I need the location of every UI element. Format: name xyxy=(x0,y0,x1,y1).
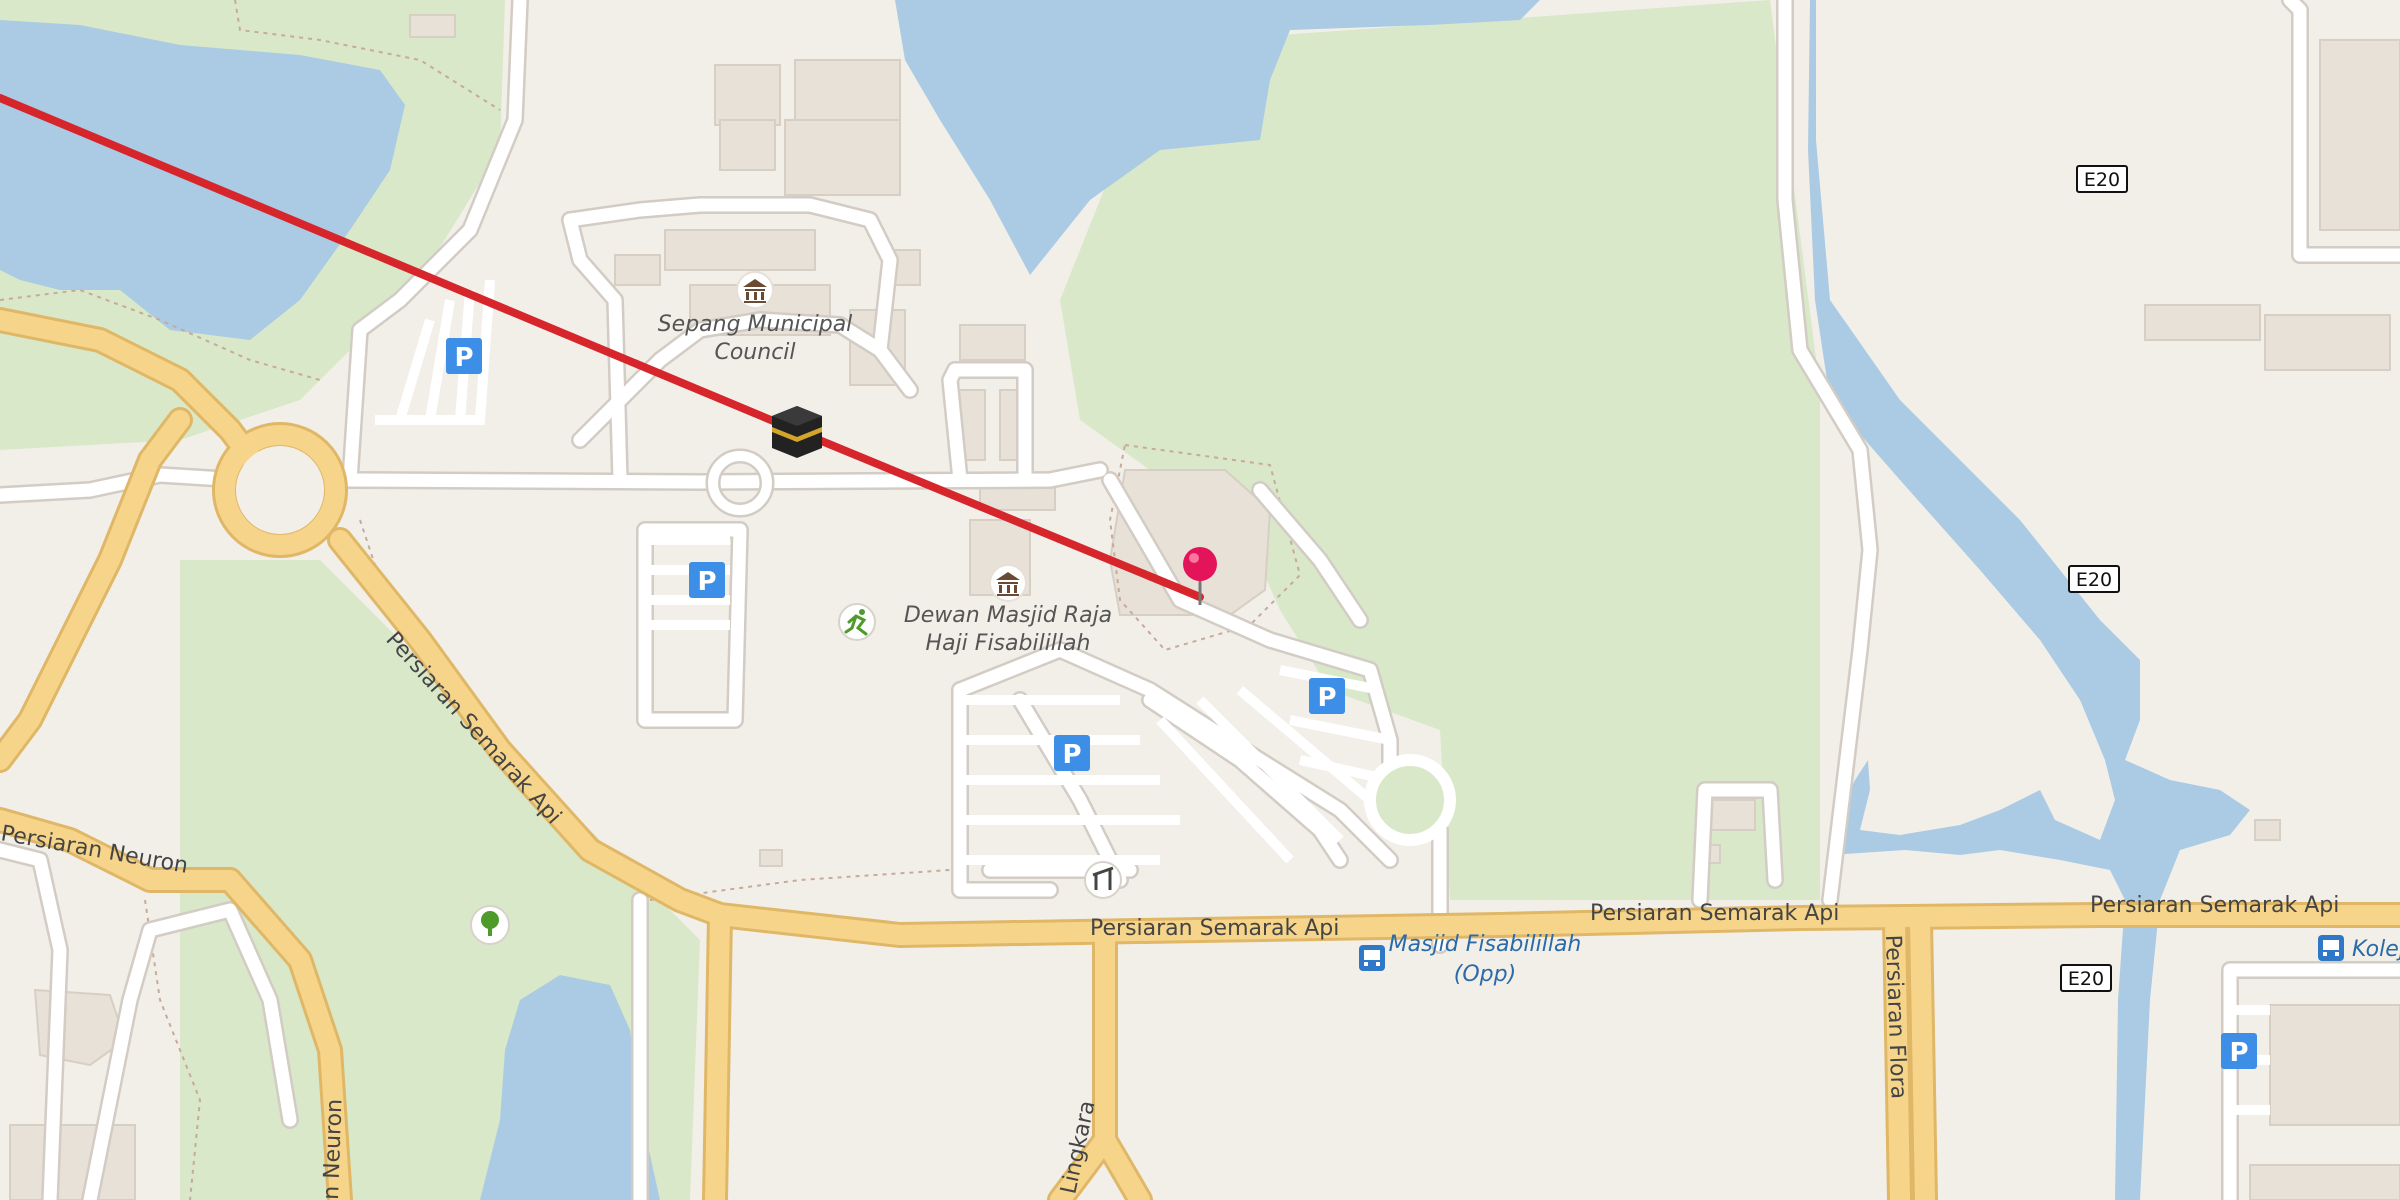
building xyxy=(959,324,1026,361)
building xyxy=(664,229,816,271)
place-label-dewan-masjid-line2: Haji Fisabilillah xyxy=(926,631,1091,656)
parking-icon[interactable]: P xyxy=(1309,678,1345,714)
road-label-neuron-2: n Neuron xyxy=(319,1099,348,1200)
townhall-icon[interactable] xyxy=(736,271,774,309)
kaaba-icon[interactable] xyxy=(772,406,822,458)
parking-icon[interactable]: P xyxy=(1054,735,1090,771)
building xyxy=(1709,799,1756,831)
svg-text:E20: E20 xyxy=(2068,968,2104,990)
roundabout-main-center xyxy=(236,446,324,534)
place-label-dewan-masjid: Dewan Masjid Raja xyxy=(904,603,1112,628)
building xyxy=(614,254,661,286)
road-label-semarak-api-1: Persiaran Semarak Api xyxy=(1090,916,1339,941)
svg-text:P: P xyxy=(454,343,473,373)
svg-text:E20: E20 xyxy=(2084,169,2120,191)
parking-icon[interactable]: P xyxy=(2221,1033,2257,1069)
svg-text:P: P xyxy=(1062,740,1081,770)
building xyxy=(2319,39,2400,231)
map-canvas[interactable]: Persiaran Semarak Api Persiaran Semarak … xyxy=(0,0,2400,1200)
shelter-icon[interactable] xyxy=(1084,861,1122,899)
place-label-municipal-council-line2: Council xyxy=(714,340,795,365)
tree-icon[interactable] xyxy=(470,905,510,945)
building xyxy=(2254,819,2281,841)
building xyxy=(2249,1164,2400,1200)
bus-stop-label-masjid-fisabilillah-line2: (Opp) xyxy=(1454,962,1516,987)
building xyxy=(9,1124,136,1200)
building xyxy=(2269,1004,2400,1126)
building xyxy=(2144,304,2261,341)
bus-stop-label-masjid-fisabilillah: Masjid Fisabilillah xyxy=(1389,932,1582,957)
building xyxy=(2264,314,2391,371)
fitness-icon[interactable] xyxy=(838,603,876,641)
svg-text:P: P xyxy=(697,567,716,597)
building xyxy=(714,64,781,126)
road-label-semarak-api-2: Persiaran Semarak Api xyxy=(1590,901,1839,926)
building xyxy=(719,119,776,171)
townhall-icon[interactable] xyxy=(989,564,1027,602)
svg-text:E20: E20 xyxy=(2076,569,2112,591)
place-label-municipal-council: Sepang Municipal xyxy=(658,312,853,337)
bus-stop-icon[interactable] xyxy=(1359,945,1385,971)
map-view[interactable]: Persiaran Semarak Api Persiaran Semarak … xyxy=(0,0,2400,1200)
highway-shield-e20-3: E20 xyxy=(2060,964,2112,992)
svg-text:P: P xyxy=(1317,683,1336,713)
roundabout-east xyxy=(1364,754,1456,846)
building xyxy=(409,14,456,38)
parking-icon[interactable]: P xyxy=(446,338,482,374)
parking-icon[interactable]: P xyxy=(689,562,725,598)
highway-shield-e20-1: E20 xyxy=(2076,165,2128,193)
bus-stop-icon[interactable] xyxy=(2318,935,2344,961)
bus-stop-label-kolej: Kolej xyxy=(2352,937,2400,962)
svg-text:P: P xyxy=(2229,1038,2248,1068)
building xyxy=(759,849,783,867)
building xyxy=(784,119,901,196)
road-label-semarak-api-3: Persiaran Semarak Api xyxy=(2090,893,2339,918)
highway-shield-e20-2: E20 xyxy=(2068,565,2120,593)
